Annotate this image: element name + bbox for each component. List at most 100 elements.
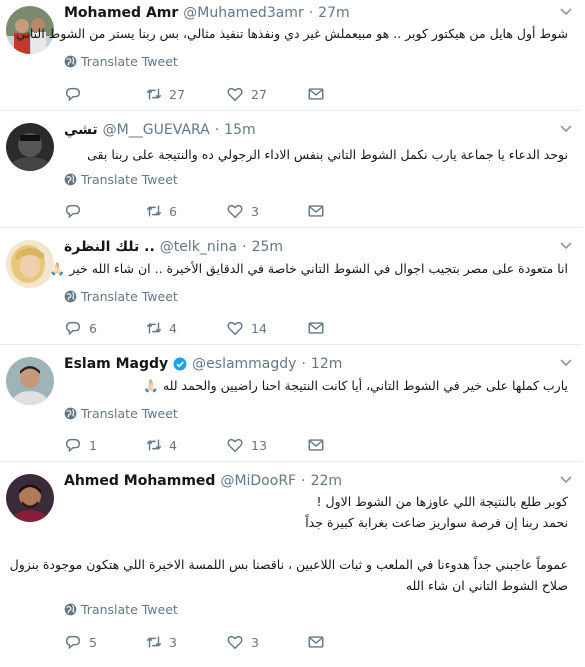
display-name[interactable]: Eslam Magdy bbox=[64, 356, 168, 372]
tweet-actions: 6 4 14 bbox=[64, 318, 388, 338]
reply-icon bbox=[65, 321, 81, 336]
reply-button[interactable]: 5 bbox=[64, 633, 145, 651]
heart-icon bbox=[227, 438, 243, 453]
tweet-text: انا متعودة على مصر بتجيب اجوال في الشوط … bbox=[49, 261, 568, 276]
reply-icon bbox=[65, 204, 81, 219]
retweet-button[interactable]: 4 bbox=[145, 319, 226, 337]
globe-icon bbox=[64, 55, 77, 68]
chevron-down-icon[interactable] bbox=[560, 476, 572, 484]
heart-icon bbox=[227, 635, 243, 650]
tweet-text: شوط أول هايل من هيكتور كوبر .. هو مبيعمل… bbox=[15, 26, 568, 41]
retweet-count: 3 bbox=[169, 634, 177, 650]
envelope-icon bbox=[308, 88, 324, 100]
direct-message-button[interactable] bbox=[307, 436, 388, 454]
display-name[interactable]: Ahmed Mohammed bbox=[64, 473, 215, 489]
retweet-count: 4 bbox=[169, 320, 177, 336]
globe-icon bbox=[64, 603, 77, 616]
direct-message-button[interactable] bbox=[307, 202, 388, 220]
globe-icon bbox=[64, 173, 77, 186]
retweet-icon bbox=[146, 636, 162, 648]
direct-message-button[interactable] bbox=[307, 85, 388, 103]
retweet-button[interactable]: 4 bbox=[145, 436, 226, 454]
chevron-down-icon[interactable] bbox=[560, 125, 572, 133]
tweet-header: تلك النظرة .. @telk_nina · 25m bbox=[64, 239, 284, 255]
reply-button[interactable] bbox=[64, 202, 145, 220]
reply-count: 6 bbox=[89, 320, 97, 336]
direct-message-button[interactable] bbox=[307, 633, 388, 651]
tweet[interactable]: تشي @M__GUEVARA · 15m نوحد الدعاء يا جما… bbox=[0, 117, 582, 228]
translate-tweet-link[interactable]: Translate Tweet bbox=[64, 54, 178, 69]
reply-icon bbox=[65, 87, 81, 102]
chevron-down-icon[interactable] bbox=[560, 242, 572, 250]
chevron-down-icon[interactable] bbox=[560, 8, 572, 16]
display-name[interactable]: Mohamed Amr bbox=[64, 5, 178, 21]
translate-tweet-link[interactable]: Translate Tweet bbox=[64, 289, 178, 304]
reply-count: 5 bbox=[89, 634, 97, 650]
heart-icon bbox=[227, 204, 243, 219]
envelope-icon bbox=[308, 322, 324, 334]
envelope-icon bbox=[308, 205, 324, 217]
tweet[interactable]: Ahmed Mohammed @MiDooRF · 22m كوبر طلع ب… bbox=[0, 468, 582, 667]
avatar[interactable] bbox=[6, 357, 54, 405]
display-name[interactable]: تلك النظرة .. bbox=[64, 239, 155, 255]
like-count: 14 bbox=[251, 320, 267, 336]
heart-icon bbox=[227, 87, 243, 102]
retweet-button[interactable]: 27 bbox=[145, 85, 226, 103]
retweet-icon bbox=[146, 439, 162, 451]
reply-icon bbox=[65, 438, 81, 453]
tweet-header: Eslam Magdy @eslammagdy · 12m bbox=[64, 356, 343, 372]
globe-icon bbox=[64, 290, 77, 303]
reply-button[interactable]: 1 bbox=[64, 436, 145, 454]
retweet-count: 4 bbox=[169, 437, 177, 453]
retweet-icon bbox=[146, 322, 162, 334]
translate-tweet-link[interactable]: Translate Tweet bbox=[64, 172, 178, 187]
translate-label: Translate Tweet bbox=[81, 406, 178, 421]
chevron-down-icon[interactable] bbox=[560, 359, 572, 367]
avatar[interactable] bbox=[6, 123, 54, 171]
timestamp[interactable]: 27m bbox=[318, 5, 349, 21]
envelope-icon bbox=[308, 439, 324, 451]
like-button[interactable]: 3 bbox=[226, 202, 307, 220]
tweet-text: يارب كملها على خير في الشوط التاني، أيا … bbox=[143, 378, 568, 393]
reply-button[interactable]: 6 bbox=[64, 319, 145, 337]
retweet-icon bbox=[146, 205, 162, 217]
like-button[interactable]: 14 bbox=[226, 319, 307, 337]
tweet[interactable]: Mohamed Amr @Muhamed3amr · 27m شوط أول ه… bbox=[0, 0, 582, 111]
tweet[interactable]: Eslam Magdy @eslammagdy · 12m يارب كملها… bbox=[0, 351, 582, 462]
username[interactable]: @eslammagdy bbox=[192, 356, 296, 372]
timestamp[interactable]: 15m bbox=[224, 122, 255, 138]
username[interactable]: @MiDooRF bbox=[220, 473, 296, 489]
avatar[interactable] bbox=[6, 240, 54, 288]
tweet-header: تشي @M__GUEVARA · 15m bbox=[64, 122, 256, 138]
tweet[interactable]: تلك النظرة .. @telk_nina · 25m انا متعود… bbox=[0, 234, 582, 345]
globe-icon bbox=[64, 407, 77, 420]
tweet-text: كوبر طلع بالنتيجة اللي عاوزها من الشوط ا… bbox=[9, 494, 568, 593]
username[interactable]: @Muhamed3amr bbox=[183, 5, 303, 21]
translate-tweet-link[interactable]: Translate Tweet bbox=[64, 406, 178, 421]
username[interactable]: @telk_nina bbox=[160, 239, 237, 255]
tweet-header: Ahmed Mohammed @MiDooRF · 22m bbox=[64, 473, 343, 489]
timestamp[interactable]: 22m bbox=[311, 473, 342, 489]
translate-tweet-link[interactable]: Translate Tweet bbox=[64, 602, 178, 617]
heart-icon bbox=[227, 321, 243, 336]
timestamp[interactable]: 25m bbox=[252, 239, 283, 255]
translate-label: Translate Tweet bbox=[81, 172, 178, 187]
username[interactable]: @M__GUEVARA bbox=[103, 122, 210, 138]
tweet-actions: 6 3 bbox=[64, 201, 388, 221]
translate-label: Translate Tweet bbox=[81, 602, 178, 617]
tweet-header: Mohamed Amr @Muhamed3amr · 27m bbox=[64, 5, 350, 21]
reply-button[interactable] bbox=[64, 85, 145, 103]
like-button[interactable]: 27 bbox=[226, 85, 307, 103]
tweet-actions: 27 27 bbox=[64, 84, 388, 104]
retweet-button[interactable]: 3 bbox=[145, 633, 226, 651]
like-count: 3 bbox=[251, 634, 259, 650]
like-button[interactable]: 3 bbox=[226, 633, 307, 651]
translate-label: Translate Tweet bbox=[81, 289, 178, 304]
display-name[interactable]: تشي bbox=[64, 122, 98, 138]
like-button[interactable]: 13 bbox=[226, 436, 307, 454]
timestamp[interactable]: 12m bbox=[311, 356, 342, 372]
direct-message-button[interactable] bbox=[307, 319, 388, 337]
avatar[interactable] bbox=[6, 474, 54, 522]
tweet-feed: Mohamed Amr @Muhamed3amr · 27m شوط أول ه… bbox=[0, 0, 585, 667]
retweet-button[interactable]: 6 bbox=[145, 202, 226, 220]
